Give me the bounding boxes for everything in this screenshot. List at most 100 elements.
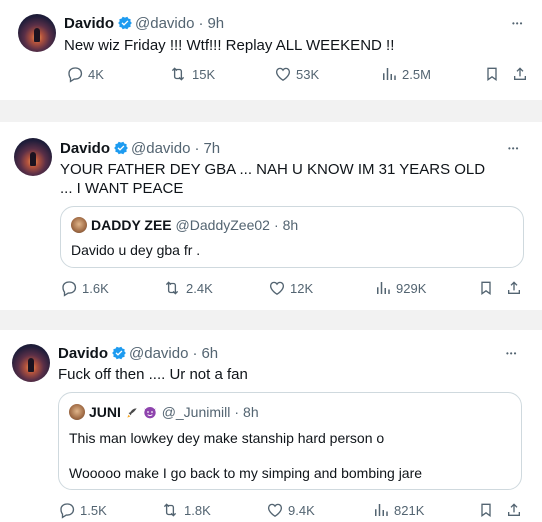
verified-badge-icon (113, 140, 129, 161)
reply-button[interactable]: 4K (66, 64, 104, 84)
views-icon (375, 504, 388, 516)
repost-icon (163, 503, 177, 517)
quoted-tweet[interactable]: JUNI @_Junimill · 8h This man lowkey dey m… (58, 392, 522, 490)
reply-count: 1.6K (82, 280, 109, 296)
repost-count: 15K (192, 66, 216, 82)
share-button[interactable] (512, 64, 532, 84)
tweet-1[interactable]: Davido @davido · 9h ••• New wiz Friday !!! … (0, 0, 542, 100)
reply-count: 4K (88, 66, 104, 82)
tweet-text: New wiz Friday !!! Wtf!!! Replay ALL WEE… (64, 37, 395, 54)
share-icon (508, 503, 520, 516)
feed-gap-2 (0, 310, 542, 330)
like-count: 12K (290, 280, 314, 296)
repost-icon (171, 67, 185, 81)
quoted-timestamp: 8h (282, 217, 299, 233)
like-icon (275, 67, 291, 82)
tweet-header: Davido @davido · 9h (64, 15, 224, 36)
tweet-text: Fuck off then .... Ur not a fan (58, 366, 248, 383)
quoted-avatar (69, 404, 85, 420)
views-button[interactable]: 929K (374, 278, 426, 298)
repost-button[interactable]: 1.8K (160, 500, 211, 520)
views-count: 821K (394, 502, 425, 518)
quoted-timestamp: 8h (243, 404, 259, 420)
share-button[interactable] (506, 500, 526, 520)
reply-icon (60, 503, 75, 519)
like-icon (269, 281, 285, 296)
separator-dot: · (198, 15, 204, 32)
views-icon (383, 68, 396, 80)
repost-icon (165, 281, 179, 295)
quoted-tweet-text: Davido u dey gba fr . (71, 242, 201, 258)
tweet-text: YOUR FATHER DEY GBA ... NAH U KNOW IM 31… (60, 161, 486, 197)
bookmark-icon (481, 503, 491, 517)
repost-count: 2.4K (186, 280, 213, 296)
like-button[interactable]: 12K (268, 278, 313, 298)
quoted-tweet[interactable]: DADDY ZEE @DaddyZee02 · 8h Davido u dey gb… (60, 206, 524, 268)
separator-dot: · (234, 404, 240, 420)
views-count: 2.5M (402, 66, 431, 82)
views-button[interactable]: 2.5M (380, 64, 431, 84)
like-button[interactable]: 53K (274, 64, 319, 84)
quoted-author-name: JUNI (89, 404, 121, 420)
like-count: 53K (296, 66, 320, 82)
author-name[interactable]: Davido (60, 140, 110, 157)
reply-icon (62, 281, 77, 297)
reply-button[interactable]: 1.5K (58, 500, 107, 520)
repost-button[interactable]: 15K (168, 64, 215, 84)
views-count: 929K (396, 280, 427, 296)
action-bar: 1.6K 2.4K 12K 929K (0, 278, 542, 298)
views-button[interactable]: 821K (372, 500, 424, 520)
share-icon (508, 281, 520, 294)
repost-button[interactable]: 2.4K (162, 278, 213, 298)
quoted-tweet-text-line-2: Wooooo make I go back to my simping and … (69, 465, 423, 481)
tweet-3[interactable]: Davido @davido · 6h ••• Fuck off then .... … (0, 330, 542, 522)
verified-badge-icon (111, 345, 127, 366)
like-button[interactable]: 9.4K (266, 500, 315, 520)
bookmark-button[interactable] (484, 64, 504, 84)
separator-dot: · (192, 345, 198, 362)
timestamp[interactable]: 9h (207, 15, 224, 32)
like-icon (267, 503, 283, 518)
bookmark-icon (481, 281, 491, 295)
quoted-author-handle: @DaddyZee02 (175, 217, 270, 233)
like-count: 9.4K (288, 502, 315, 518)
repost-count: 1.8K (184, 502, 211, 518)
bookmark-button[interactable] (478, 500, 498, 520)
tweet-header: Davido @davido · 6h (58, 345, 218, 366)
timestamp[interactable]: 6h (201, 345, 218, 362)
author-handle[interactable]: @davido (131, 140, 190, 157)
author-name[interactable]: Davido (58, 345, 108, 362)
reply-count: 1.5K (80, 502, 107, 518)
author-handle[interactable]: @davido (135, 15, 194, 32)
rocket-emoji-icon (125, 406, 139, 424)
views-icon (377, 282, 390, 294)
reply-button[interactable]: 1.6K (60, 278, 109, 298)
more-icon[interactable]: ••• (512, 19, 523, 29)
feed-gap-1 (0, 100, 542, 122)
author-name[interactable]: Davido (64, 15, 114, 32)
bookmark-icon (487, 67, 497, 81)
quoted-avatar (71, 217, 87, 233)
share-button[interactable] (506, 278, 526, 298)
avatar[interactable] (14, 138, 52, 176)
more-icon[interactable]: ••• (506, 349, 517, 359)
separator-dot: · (273, 217, 279, 233)
devil-emoji-icon (142, 404, 158, 424)
action-bar: 4K 15K 53K 2.5M (0, 64, 542, 84)
more-icon[interactable]: ••• (508, 144, 519, 154)
bookmark-button[interactable] (478, 278, 498, 298)
tweet-2[interactable]: Davido @davido · 7h ••• YOUR FATHER DEY GBA… (0, 122, 542, 310)
quoted-tweet-header: JUNI @_Junimill · 8h (69, 404, 259, 424)
reply-icon (68, 67, 83, 83)
avatar[interactable] (12, 344, 50, 382)
action-bar: 1.5K 1.8K 9.4K 821K (0, 500, 542, 520)
separator-dot: · (194, 140, 200, 157)
tweet-header: Davido @davido · 7h (60, 140, 220, 161)
avatar[interactable] (18, 14, 56, 52)
quoted-author-name: DADDY ZEE (91, 217, 172, 233)
verified-badge-icon (117, 15, 133, 36)
timestamp[interactable]: 7h (203, 140, 220, 157)
author-handle[interactable]: @davido (129, 345, 188, 362)
quoted-tweet-text-line-1: This man lowkey dey make stanship hard p… (69, 430, 385, 446)
share-icon (514, 67, 526, 80)
